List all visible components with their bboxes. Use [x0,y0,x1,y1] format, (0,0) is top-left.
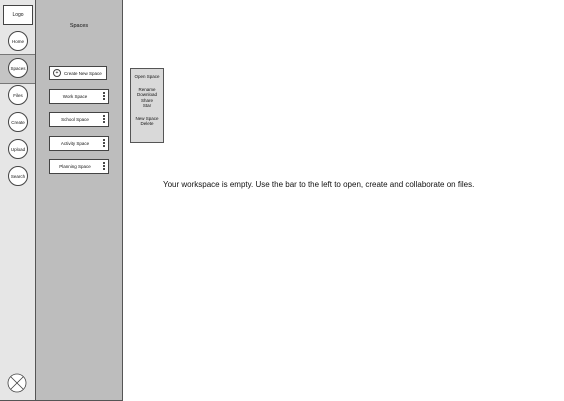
menu-item-star[interactable]: Star [131,103,163,109]
nav-home-button[interactable]: Home [8,31,28,51]
menu-item-delete[interactable]: Delete [131,121,163,127]
menu-item-open-space[interactable]: Open Space [131,74,163,80]
space-item-label: Activity Space [60,141,90,146]
nav-search-button[interactable]: Search [8,166,28,186]
nav-upload-button[interactable]: Upload [8,139,28,159]
more-options-icon[interactable] [103,162,105,171]
more-options-icon[interactable] [103,92,105,101]
space-item-label: School Space [61,117,89,122]
nav-spaces-button[interactable]: Spaces [8,58,28,78]
close-icon[interactable] [7,373,27,393]
space-item-school[interactable]: School Space [49,112,109,127]
spaces-panel: Spaces + Create New Space Work Space Sch… [36,0,123,401]
more-options-icon[interactable] [103,115,105,124]
space-item-label: Work Space [62,94,88,99]
logo[interactable]: Logo [3,5,33,25]
space-item-planning[interactable]: Planning Space [49,159,109,174]
plus-icon: + [53,69,61,77]
more-options-icon[interactable] [103,139,105,148]
nav-rail: Logo Home Spaces Files Create Upload Sea… [0,0,36,401]
nav-create-button[interactable]: Create [8,112,28,132]
space-item-work[interactable]: Work Space [49,89,109,104]
nav-files-button[interactable]: Files [8,85,28,105]
panel-title: Spaces [69,23,89,29]
space-item-label: Planning Space [59,164,91,169]
create-new-space-button[interactable]: + Create New Space [49,66,107,80]
space-context-menu: Open Space Rename Download Share Star Ne… [130,68,164,143]
create-new-space-label: Create New Space [64,70,102,76]
empty-workspace-message: Your workspace is empty. Use the bar to … [163,180,475,189]
space-item-activity[interactable]: Activity Space [49,136,109,151]
